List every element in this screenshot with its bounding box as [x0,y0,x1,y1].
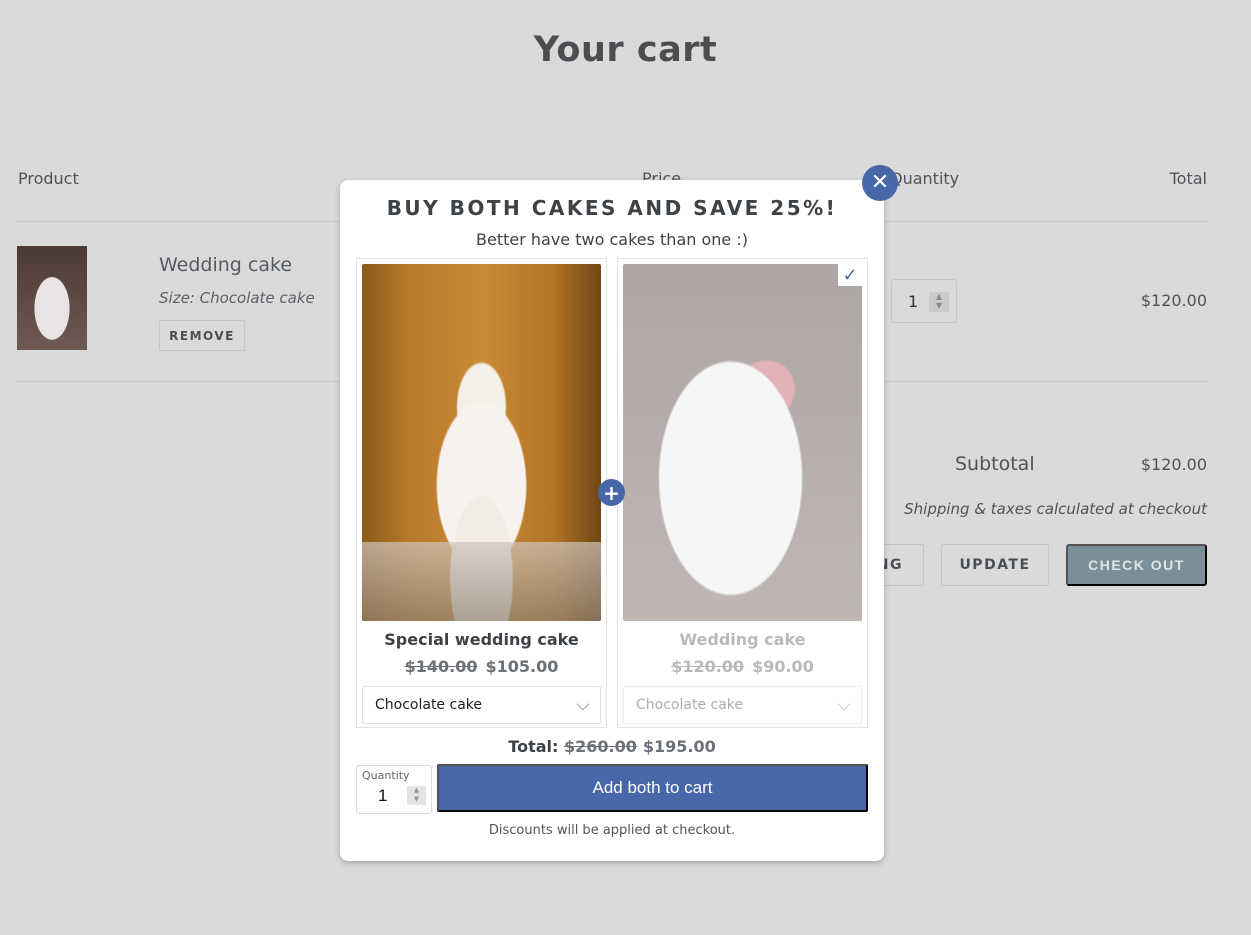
close-icon[interactable]: ✕ [862,165,898,201]
product-name[interactable]: Special wedding cake [357,630,606,649]
bundle-quantity-input[interactable]: Quantity 1 ▲ ▼ [356,765,432,814]
product-thumbnail[interactable] [17,246,87,350]
shipping-note: Shipping & taxes calculated at checkout [904,500,1207,518]
modal-title: BUY BOTH CAKES AND SAVE 25%! [386,196,838,220]
quantity-spinner-icon[interactable]: ▲ ▼ [407,786,426,805]
plus-icon: + [598,479,625,506]
checkout-button[interactable]: CHECK OUT [1066,544,1207,586]
add-both-to-cart-button[interactable]: Add both to cart [437,764,868,812]
new-price: $105.00 [485,657,559,676]
quantity-value: 1 [378,786,388,805]
remove-button[interactable]: REMOVE [159,320,245,351]
column-header-quantity: Quantity [890,169,960,188]
cart-item-variant: Size: Chocolate cake [159,289,315,307]
quantity-spinner-icon[interactable]: ▲ ▼ [929,292,949,312]
old-price: $140.00 [404,657,478,676]
bundle-product-card[interactable]: Special wedding cake $140.00 $105.00 Choc… [356,258,607,728]
checkmark-icon[interactable]: ✓ [838,264,862,286]
variant-select[interactable]: Chocolate cake [362,686,601,724]
bundle-offer-modal: BUY BOTH CAKES AND SAVE 25%! Better have… [340,180,884,861]
variant-select[interactable]: Chocolate cake [623,686,862,724]
cart-quantity-value: 1 [908,291,919,311]
cart-line-total: $120.00 [1140,291,1207,310]
page-title: Your cart [533,30,718,70]
product-prices: $120.00 $90.00 [618,657,867,676]
special-wedding-cake-image[interactable] [362,264,601,621]
quantity-label: Quantity [362,769,410,782]
old-price: $120.00 [671,657,745,676]
cart-quantity-input[interactable]: 1 ▲ ▼ [891,279,957,323]
new-price: $90.00 [752,657,814,676]
variant-select-value: Chocolate cake [375,697,482,713]
product-name[interactable]: Wedding cake [618,630,867,649]
total-new-price: $195.00 [642,737,716,756]
total-label: Total: [508,737,559,756]
subtotal-value: $120.00 [1140,455,1207,474]
update-button[interactable]: UPDATE [941,544,1049,586]
chevron-down-icon [837,697,851,711]
variant-select-value: Chocolate cake [636,697,743,713]
subtotal-label: Subtotal [955,453,1035,475]
wedding-cake-image[interactable] [623,264,862,621]
discount-note: Discounts will be applied at checkout. [488,823,736,838]
chevron-down-icon [576,697,590,711]
total-old-price: $260.00 [563,737,637,756]
column-header-product: Product [18,169,79,188]
product-prices: $140.00 $105.00 [357,657,606,676]
bundle-total: Total: $260.00 $195.00 [340,737,884,756]
cart-item-title[interactable]: Wedding cake [159,254,292,276]
bundle-product-card[interactable]: ✓ Wedding cake $120.00 $90.00 Chocolate c… [617,258,868,728]
modal-subtitle: Better have two cakes than one :) [476,230,748,249]
column-header-total: Total [1169,169,1207,188]
